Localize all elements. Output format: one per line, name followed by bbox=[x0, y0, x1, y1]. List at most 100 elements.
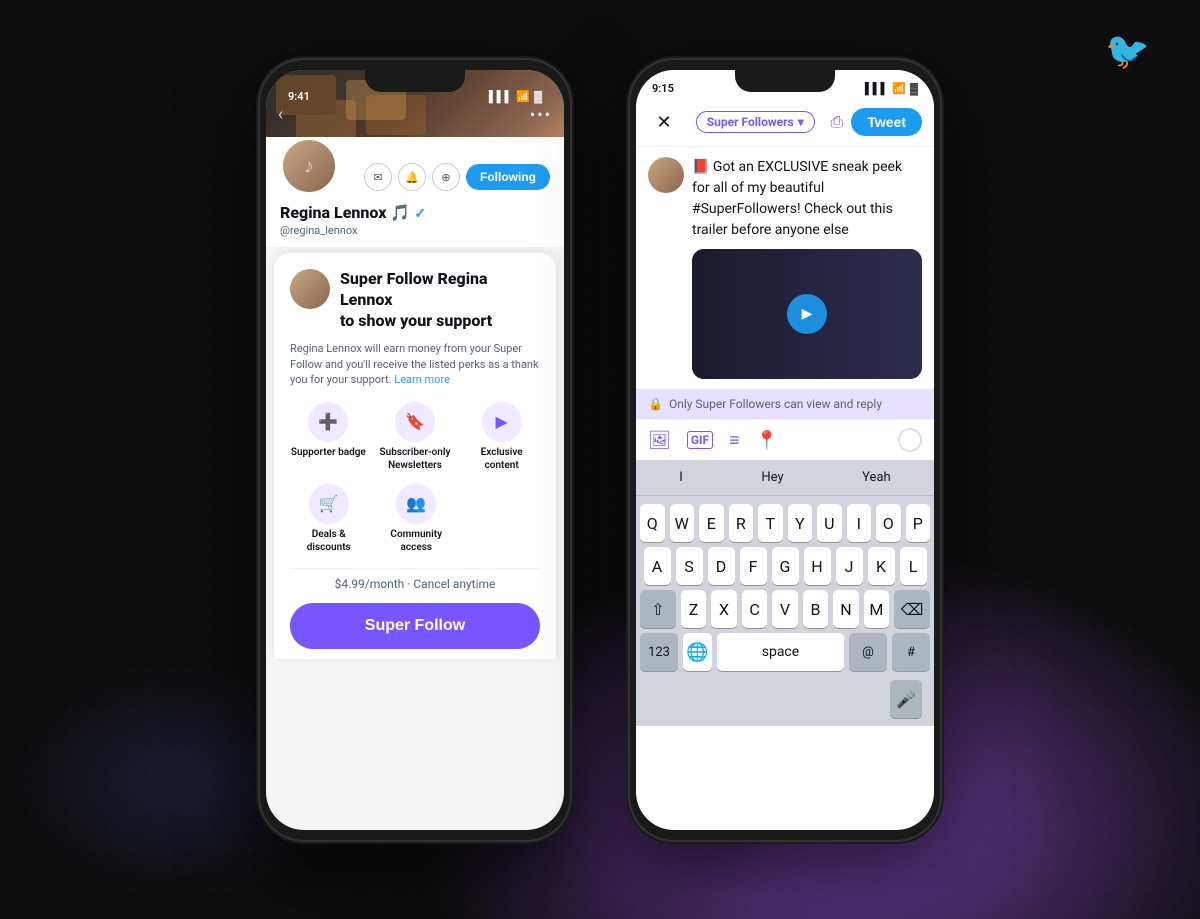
phone2-signal-icon: ▌▌▌ bbox=[865, 82, 888, 95]
draft-icon[interactable]: ⎙ bbox=[831, 112, 844, 132]
perk-supporter-badge: ➕ Supporter badge bbox=[290, 402, 367, 472]
key-C[interactable]: C bbox=[742, 590, 767, 628]
following-button[interactable]: Following bbox=[466, 164, 550, 190]
perk-label-4: Deals & discounts bbox=[290, 528, 368, 554]
key-S[interactable]: S bbox=[676, 547, 703, 585]
key-globe[interactable]: 🌐 bbox=[683, 633, 712, 671]
key-Z[interactable]: Z bbox=[681, 590, 706, 628]
location-icon[interactable]: 📍 bbox=[756, 430, 778, 451]
add-button[interactable]: ⊕ bbox=[432, 163, 460, 191]
modal-divider bbox=[290, 568, 540, 569]
key-J[interactable]: J bbox=[836, 547, 863, 585]
key-space[interactable]: space bbox=[717, 633, 844, 671]
action-buttons: ✉ 🔔 ⊕ Following bbox=[364, 163, 550, 191]
key-F[interactable]: F bbox=[740, 547, 767, 585]
perks-grid-2: 🛒 Deals & discounts 👥 Community access bbox=[290, 484, 455, 554]
exclusive-icon: ▶ bbox=[482, 402, 522, 442]
audience-selector[interactable]: Super Followers ▾ bbox=[696, 111, 815, 133]
perk-label-1: Supporter badge bbox=[291, 446, 366, 459]
notification-button[interactable]: 🔔 bbox=[398, 163, 426, 191]
suggestion-i[interactable]: I bbox=[671, 466, 691, 489]
super-follow-button[interactable]: Super Follow bbox=[290, 603, 540, 649]
compose-avatar bbox=[648, 157, 684, 193]
perk-community: 👥 Community access bbox=[378, 484, 456, 554]
message-button[interactable]: ✉ bbox=[364, 163, 392, 191]
key-U[interactable]: U bbox=[817, 504, 842, 542]
image-icon[interactable]: 🖼 bbox=[648, 430, 671, 451]
key-D[interactable]: D bbox=[708, 547, 735, 585]
phone-1: 9:41 ▌▌▌ 📶 ▓ ‹ ••• ✉ bbox=[260, 60, 570, 840]
lock-icon: 🔒 bbox=[648, 397, 663, 411]
key-R[interactable]: R bbox=[729, 504, 754, 542]
tweet-text[interactable]: 📕 Got an EXCLUSIVE sneak peek for all of… bbox=[692, 157, 922, 241]
play-button[interactable]: ▶ bbox=[787, 294, 827, 334]
suggestion-hey[interactable]: Hey bbox=[753, 466, 791, 489]
key-N[interactable]: N bbox=[833, 590, 858, 628]
key-I[interactable]: I bbox=[847, 504, 872, 542]
perk-exclusive: ▶ Exclusive content bbox=[463, 402, 540, 472]
key-G[interactable]: G bbox=[772, 547, 799, 585]
audience-arrow-icon: ▾ bbox=[798, 115, 804, 129]
price-text: $4.99/month · Cancel anytime bbox=[290, 577, 540, 591]
tweet-composer-header: ✕ Super Followers ▾ ⎙ Tweet bbox=[636, 98, 934, 147]
phone1-status-bar: 9:41 ▌▌▌ 📶 ▓ bbox=[272, 80, 558, 108]
key-W[interactable]: W bbox=[670, 504, 695, 542]
super-followers-text: Only Super Followers can view and reply bbox=[669, 397, 882, 411]
super-followers-bar: 🔒 Only Super Followers can view and repl… bbox=[636, 389, 934, 419]
avatar-follow-row: ✉ 🔔 ⊕ Following bbox=[280, 137, 550, 195]
modal-title: Super Follow Regina Lennox to show your … bbox=[340, 269, 540, 331]
avatar bbox=[280, 137, 338, 195]
key-hash[interactable]: # bbox=[892, 633, 930, 671]
modal-header: Super Follow Regina Lennox to show your … bbox=[290, 269, 540, 331]
perk-label-2: Subscriber-only Newsletters bbox=[377, 446, 454, 472]
key-K[interactable]: K bbox=[868, 547, 895, 585]
key-X[interactable]: X bbox=[711, 590, 736, 628]
key-A[interactable]: A bbox=[644, 547, 671, 585]
key-at[interactable]: @ bbox=[849, 633, 887, 671]
key-shift[interactable]: ⇧ bbox=[640, 590, 676, 628]
perks-grid: ➕ Supporter badge 🔖 Subscriber-only News… bbox=[290, 402, 540, 472]
wifi-icon: 📶 bbox=[516, 90, 530, 103]
key-Q[interactable]: Q bbox=[640, 504, 665, 542]
audience-label: Super Followers bbox=[707, 115, 794, 129]
key-V[interactable]: V bbox=[772, 590, 797, 628]
gif-icon[interactable]: GIF bbox=[687, 431, 713, 449]
key-H[interactable]: H bbox=[804, 547, 831, 585]
tweet-content: 📕 Got an EXCLUSIVE sneak peek for all of… bbox=[692, 157, 922, 379]
learn-more-link[interactable]: Learn more bbox=[394, 373, 450, 386]
modal-avatar bbox=[290, 269, 330, 309]
suggestion-yeah[interactable]: Yeah bbox=[854, 466, 899, 489]
profile-area: ✉ 🔔 ⊕ Following Regina Lennox 🎵 ✓ @regin… bbox=[266, 137, 564, 247]
perk-label-3: Exclusive content bbox=[463, 446, 540, 472]
tweet-video[interactable]: ▶ bbox=[692, 249, 922, 379]
key-L[interactable]: L bbox=[900, 547, 927, 585]
phone2-wifi-icon: 📶 bbox=[892, 82, 906, 95]
character-counter bbox=[898, 428, 922, 452]
list-icon[interactable]: ≡ bbox=[729, 430, 740, 451]
keyboard-row-2: A S D F G H J K L bbox=[640, 547, 930, 585]
battery-icon: ▓ bbox=[534, 90, 542, 103]
key-E[interactable]: E bbox=[699, 504, 724, 542]
key-M[interactable]: M bbox=[864, 590, 889, 628]
modal-description: Regina Lennox will earn money from your … bbox=[290, 341, 540, 387]
close-button[interactable]: ✕ bbox=[648, 106, 680, 138]
tweet-button[interactable]: Tweet bbox=[851, 108, 922, 136]
key-mic[interactable]: 🎤 bbox=[890, 680, 922, 718]
key-P[interactable]: P bbox=[906, 504, 931, 542]
header-right: ⎙ Tweet bbox=[831, 108, 922, 136]
key-O[interactable]: O bbox=[876, 504, 901, 542]
keyboard-row-1: Q W E R T Y U I O P bbox=[640, 504, 930, 542]
keyboard-row-3: ⇧ Z X C V B N M ⌫ bbox=[640, 590, 930, 628]
phone2-battery-icon: ▓ bbox=[910, 82, 918, 95]
signal-icon: ▌▌▌ bbox=[489, 90, 512, 103]
perk-label-5: Community access bbox=[378, 528, 456, 554]
profile-handle: @regina_lennox bbox=[280, 224, 550, 237]
key-Y[interactable]: Y bbox=[788, 504, 813, 542]
composer-toolbar: 🖼 GIF ≡ 📍 bbox=[636, 419, 934, 460]
key-delete[interactable]: ⌫ bbox=[894, 590, 930, 628]
key-B[interactable]: B bbox=[803, 590, 828, 628]
super-follow-modal: Super Follow Regina Lennox to show your … bbox=[274, 253, 556, 659]
keyboard: Q W E R T Y U I O P A S D F G bbox=[636, 496, 934, 726]
key-T[interactable]: T bbox=[758, 504, 783, 542]
key-123[interactable]: 123 bbox=[640, 633, 678, 671]
